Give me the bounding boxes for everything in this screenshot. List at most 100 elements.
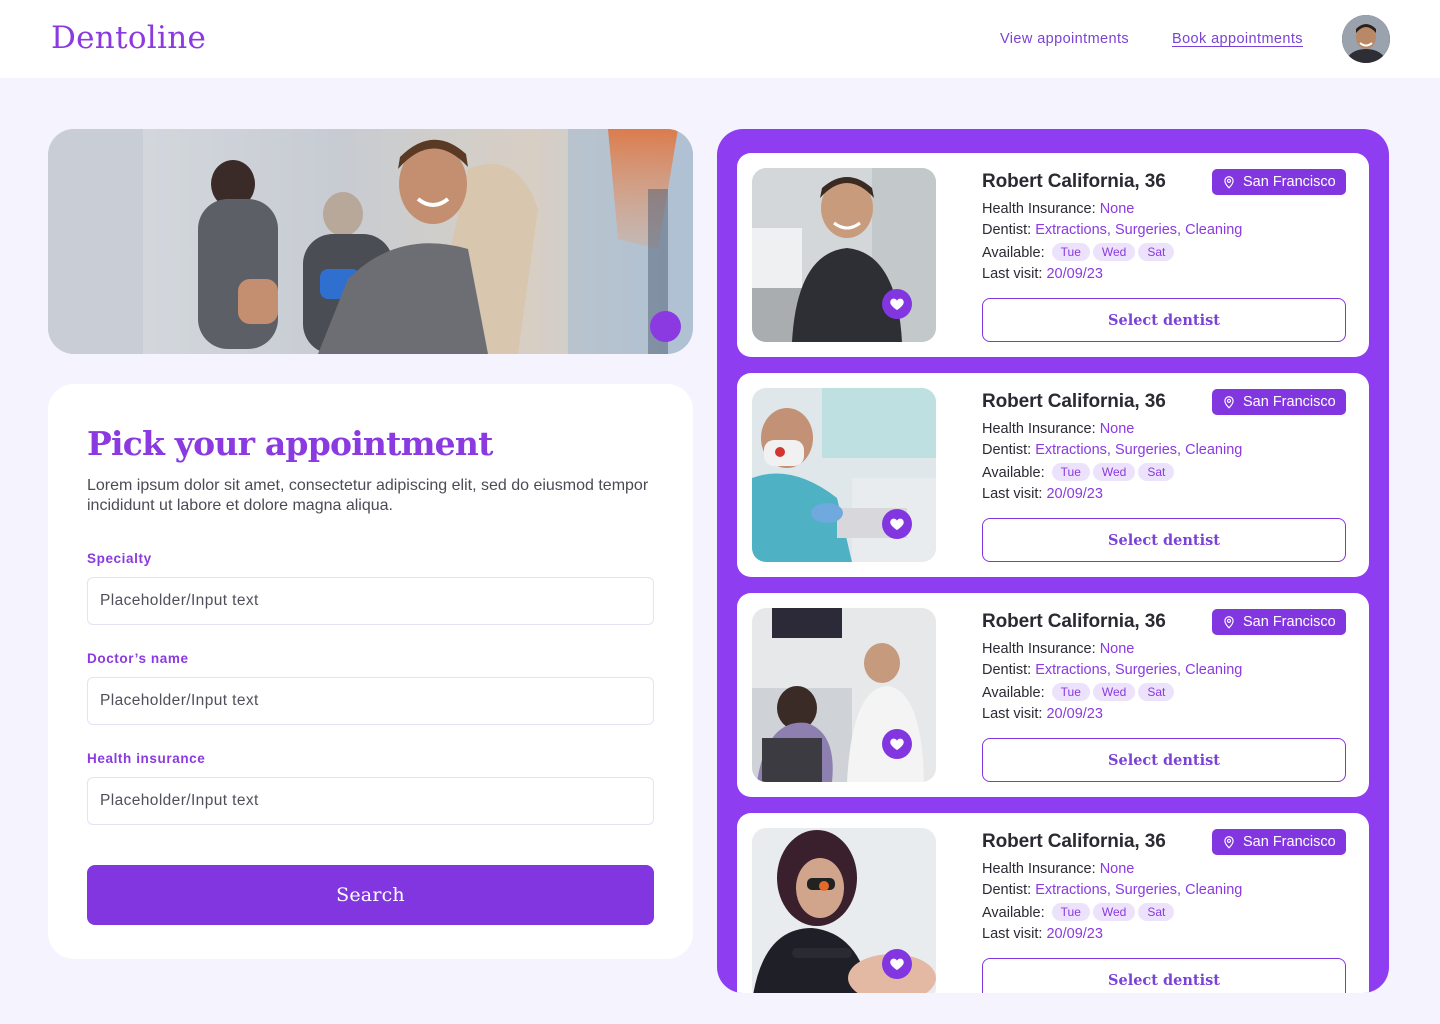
doctor-name-input[interactable]	[87, 677, 654, 725]
day-chip: Tue	[1051, 903, 1090, 921]
health-insurance-label: Health insurance	[87, 751, 206, 766]
location-badge: San Francisco	[1212, 829, 1346, 855]
specialty-value: Extractions, Surgeries, Cleaning	[1035, 442, 1243, 458]
hero-image	[48, 129, 693, 354]
dentist-photo	[752, 168, 936, 342]
insurance-value: None	[1099, 641, 1135, 657]
specialty-label: Dentist:	[982, 442, 1032, 458]
heart-icon	[890, 518, 904, 530]
insurance-label: Health Insurance:	[982, 201, 1096, 217]
appointment-form: Pick your appointment Lorem ipsum dolor …	[48, 384, 693, 959]
dentist-card: Robert California, 36 San Francisco Heal…	[737, 153, 1369, 357]
insurance-value: None	[1099, 861, 1135, 877]
last-visit-line: Last visit: 20/09/23	[982, 926, 1103, 942]
specialty-label: Dentist:	[982, 222, 1032, 238]
heart-icon	[890, 958, 904, 970]
form-description: Lorem ipsum dolor sit amet, consectetur …	[87, 477, 649, 514]
last-visit-value: 20/09/23	[1046, 266, 1103, 282]
dentist-card: Robert California, 36 San Francisco Heal…	[737, 813, 1369, 993]
specialty-label: Dentist:	[982, 882, 1032, 898]
specialty-value: Extractions, Surgeries, Cleaning	[1035, 222, 1243, 238]
specialty-value: Extractions, Surgeries, Cleaning	[1035, 662, 1243, 678]
day-chip: Sat	[1138, 683, 1175, 701]
insurance-value: None	[1099, 201, 1135, 217]
last-visit-line: Last visit: 20/09/23	[982, 486, 1103, 502]
dentist-photo	[752, 388, 936, 562]
heart-icon	[890, 298, 904, 310]
select-dentist-button[interactable]: Select dentist	[982, 518, 1346, 562]
insurance-label: Health Insurance:	[982, 641, 1096, 657]
nav-book-appointments[interactable]: Book appointments	[1172, 31, 1303, 47]
insurance-line: Health Insurance: None	[982, 641, 1134, 657]
last-visit-label: Last visit:	[982, 486, 1043, 502]
availability-line: Available: Tue Wed Sat	[982, 243, 1175, 261]
last-visit-label: Last visit:	[982, 266, 1043, 282]
dentist-name: Robert California, 36	[982, 831, 1166, 852]
last-visit-value: 20/09/23	[1046, 486, 1103, 502]
availability-line: Available: Tue Wed Sat	[982, 903, 1175, 921]
logo[interactable]: Dentoline	[51, 20, 206, 56]
day-chip: Tue	[1051, 463, 1090, 481]
map-pin-icon	[1224, 616, 1234, 629]
specialty-input[interactable]	[87, 577, 654, 625]
specialty-line: Dentist: Extractions, Surgeries, Cleanin…	[982, 882, 1242, 898]
dentist-name: Robert California, 36	[982, 611, 1166, 632]
day-chip: Tue	[1051, 683, 1090, 701]
insurance-label: Health Insurance:	[982, 861, 1096, 877]
dentist-card: Robert California, 36 San Francisco Heal…	[737, 373, 1369, 577]
location-badge: San Francisco	[1212, 609, 1346, 635]
nav-view-appointments[interactable]: View appointments	[1000, 31, 1129, 47]
available-label: Available:	[982, 465, 1045, 481]
dentist-name: Robert California, 36	[982, 171, 1166, 192]
favorite-button[interactable]	[882, 729, 912, 759]
specialty-line: Dentist: Extractions, Surgeries, Cleanin…	[982, 442, 1242, 458]
last-visit-value: 20/09/23	[1046, 706, 1103, 722]
select-dentist-button[interactable]: Select dentist	[982, 738, 1346, 782]
day-chip: Wed	[1092, 683, 1136, 701]
insurance-line: Health Insurance: None	[982, 861, 1134, 877]
dentist-results-panel[interactable]: Robert California, 36 San Francisco Heal…	[717, 129, 1389, 993]
avatar-image	[1342, 15, 1390, 63]
map-pin-icon	[1224, 396, 1234, 409]
specialty-line: Dentist: Extractions, Surgeries, Cleanin…	[982, 662, 1242, 678]
insurance-value: None	[1099, 421, 1135, 437]
specialty-value: Extractions, Surgeries, Cleaning	[1035, 882, 1243, 898]
available-label: Available:	[982, 245, 1045, 261]
health-insurance-input[interactable]	[87, 777, 654, 825]
last-visit-label: Last visit:	[982, 926, 1043, 942]
avatar[interactable]	[1342, 15, 1390, 63]
insurance-line: Health Insurance: None	[982, 201, 1134, 217]
location-text: San Francisco	[1243, 614, 1336, 630]
favorite-button[interactable]	[882, 509, 912, 539]
specialty-line: Dentist: Extractions, Surgeries, Cleanin…	[982, 222, 1242, 238]
map-pin-icon	[1224, 176, 1234, 189]
search-button[interactable]: Search	[87, 865, 654, 925]
heart-icon	[890, 738, 904, 750]
map-pin-icon	[1224, 836, 1234, 849]
specialty-label: Dentist:	[982, 662, 1032, 678]
dentist-photo	[752, 608, 936, 782]
insurance-label: Health Insurance:	[982, 421, 1096, 437]
specialty-label: Specialty	[87, 551, 152, 566]
day-chip: Sat	[1138, 903, 1175, 921]
location-text: San Francisco	[1243, 174, 1336, 190]
last-visit-line: Last visit: 20/09/23	[982, 706, 1103, 722]
location-text: San Francisco	[1243, 394, 1336, 410]
day-chip: Wed	[1092, 903, 1136, 921]
favorite-button[interactable]	[882, 289, 912, 319]
select-dentist-button[interactable]: Select dentist	[982, 298, 1346, 342]
day-chip: Wed	[1092, 463, 1136, 481]
dentist-name: Robert California, 36	[982, 391, 1166, 412]
carousel-indicator[interactable]	[650, 311, 681, 342]
last-visit-label: Last visit:	[982, 706, 1043, 722]
top-header: Dentoline View appointments Book appoint…	[0, 0, 1440, 78]
doctor-name-label: Doctor’s name	[87, 651, 189, 666]
dentist-card: Robert California, 36 San Francisco Heal…	[737, 593, 1369, 797]
form-title: Pick your appointment	[87, 424, 493, 463]
location-text: San Francisco	[1243, 834, 1336, 850]
favorite-button[interactable]	[882, 949, 912, 979]
available-label: Available:	[982, 685, 1045, 701]
select-dentist-button[interactable]: Select dentist	[982, 958, 1346, 993]
day-chip: Tue	[1051, 243, 1090, 261]
insurance-line: Health Insurance: None	[982, 421, 1134, 437]
